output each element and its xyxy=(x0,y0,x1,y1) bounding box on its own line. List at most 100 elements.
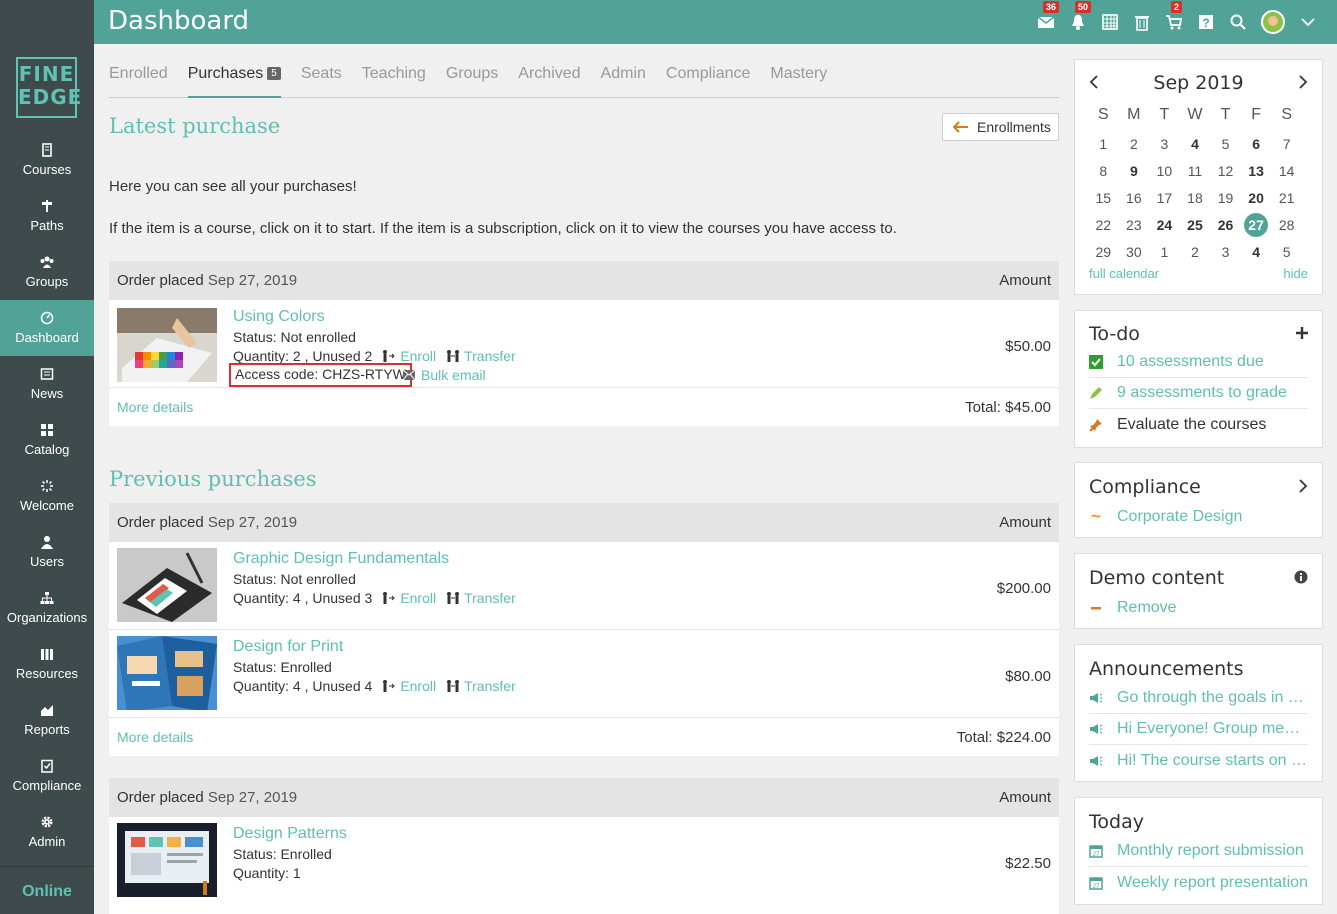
enroll-link[interactable]: Enroll xyxy=(382,590,436,606)
calendar-day[interactable]: 29 xyxy=(1088,238,1119,265)
sidebar-item-admin[interactable]: Admin xyxy=(0,804,94,860)
next-month-button[interactable] xyxy=(1298,74,1308,92)
announcement-item[interactable]: Go through the goals in the course xyxy=(1089,683,1308,714)
more-details-link[interactable]: More details xyxy=(117,729,193,745)
announcement-item[interactable]: Hi! The course starts on Monday xyxy=(1089,745,1308,776)
calendar-day[interactable]: 7 xyxy=(1271,130,1302,157)
sidebar-item-paths[interactable]: Paths xyxy=(0,188,94,244)
calendar-day[interactable]: 17 xyxy=(1149,184,1180,211)
enrollments-button[interactable]: Enrollments xyxy=(942,113,1059,141)
fine-edge-logo[interactable]: FINE EDGE xyxy=(16,57,81,118)
today-item[interactable]: 27 Monthly report submission xyxy=(1089,836,1308,867)
course-thumbnail[interactable] xyxy=(117,636,217,710)
transfer-link[interactable]: Transfer xyxy=(446,678,516,694)
sidebar-item-compliance[interactable]: Compliance xyxy=(0,748,94,804)
demo-item[interactable]: Remove xyxy=(1089,592,1308,623)
todo-item[interactable]: 10 assessments due xyxy=(1089,347,1308,378)
tab-groups[interactable]: Groups xyxy=(446,54,498,98)
todo-item[interactable]: 9 assessments to grade xyxy=(1089,378,1308,409)
help-button[interactable]: ? xyxy=(1197,13,1215,31)
calendar-day[interactable]: 3 xyxy=(1149,130,1180,157)
calendar-day[interactable]: 3 xyxy=(1210,238,1241,265)
course-link[interactable]: Graphic Design Fundamentals xyxy=(233,550,449,568)
calendar-day[interactable]: 28 xyxy=(1271,211,1302,238)
calendar-day[interactable]: 5 xyxy=(1210,130,1241,157)
user-menu-button[interactable] xyxy=(1299,13,1317,31)
calendar-day[interactable]: 10 xyxy=(1149,157,1180,184)
course-link[interactable]: Using Colors xyxy=(233,308,325,326)
course-link[interactable]: Design for Print xyxy=(233,638,343,656)
enroll-link[interactable]: Enroll xyxy=(382,348,436,364)
calendar-day[interactable]: 8 xyxy=(1088,157,1119,184)
notifications-button[interactable]: 50 xyxy=(1069,1,1092,31)
calendar-day[interactable]: 12 xyxy=(1210,157,1241,184)
tab-compliance[interactable]: Compliance xyxy=(666,54,750,98)
sidebar-item-news[interactable]: News xyxy=(0,356,94,412)
calendar-day[interactable]: 19 xyxy=(1210,184,1241,211)
transfer-link[interactable]: Transfer xyxy=(446,348,516,364)
calendar-day[interactable]: 24 xyxy=(1149,211,1180,238)
tab-archived[interactable]: Archived xyxy=(518,54,580,98)
todo-item[interactable]: Evaluate the courses xyxy=(1089,409,1308,440)
tab-teaching[interactable]: Teaching xyxy=(362,54,426,98)
calendar-day[interactable]: 2 xyxy=(1119,130,1150,157)
more-details-link[interactable]: More details xyxy=(117,399,193,415)
sidebar-item-resources[interactable]: Resources xyxy=(0,636,94,692)
calendar-day[interactable]: 2 xyxy=(1180,238,1211,265)
calendar-day[interactable]: 20 xyxy=(1241,184,1272,211)
calendar-button[interactable] xyxy=(1101,13,1119,31)
cart-button[interactable]: 2 xyxy=(1165,1,1183,31)
sidebar-item-users[interactable]: Users xyxy=(0,524,94,580)
sidebar-item-welcome[interactable]: Welcome xyxy=(0,468,94,524)
calendar-day[interactable]: 14 xyxy=(1271,157,1302,184)
tab-admin[interactable]: Admin xyxy=(601,54,646,98)
compliance-open-button[interactable] xyxy=(1298,478,1308,496)
full-calendar-link[interactable]: full calendar xyxy=(1089,266,1159,281)
trash-button[interactable] xyxy=(1133,13,1151,31)
calendar-day[interactable]: 1 xyxy=(1149,238,1180,265)
course-thumbnail[interactable] xyxy=(117,823,217,897)
tab-seats[interactable]: Seats xyxy=(301,54,342,98)
calendar-day[interactable]: 22 xyxy=(1088,211,1119,238)
calendar-day[interactable]: 23 xyxy=(1119,211,1150,238)
calendar-day[interactable]: 30 xyxy=(1119,238,1150,265)
calendar-day[interactable]: 21 xyxy=(1271,184,1302,211)
calendar-day[interactable]: 25 xyxy=(1180,211,1211,238)
sidebar-item-courses[interactable]: Courses xyxy=(0,132,94,188)
calendar-day[interactable]: 16 xyxy=(1119,184,1150,211)
calendar-day[interactable]: 15 xyxy=(1088,184,1119,211)
calendar-day[interactable]: 1 xyxy=(1088,130,1119,157)
calendar-day[interactable]: 9 xyxy=(1119,157,1150,184)
sidebar-item-dashboard[interactable]: Dashboard xyxy=(0,300,94,356)
calendar-day[interactable]: 27 xyxy=(1241,211,1272,238)
course-thumbnail[interactable] xyxy=(117,548,217,622)
demo-info-button[interactable] xyxy=(1294,570,1308,587)
hide-calendar-link[interactable]: hide xyxy=(1283,266,1308,281)
sidebar-item-catalog[interactable]: Catalog xyxy=(0,412,94,468)
search-button[interactable] xyxy=(1229,13,1247,31)
sidebar-item-organizations[interactable]: Organizations xyxy=(0,580,94,636)
prev-month-button[interactable] xyxy=(1089,74,1099,92)
online-status[interactable]: Online xyxy=(0,866,94,914)
enroll-link[interactable]: Enroll xyxy=(382,678,436,694)
calendar-day[interactable]: 6 xyxy=(1241,130,1272,157)
calendar-day[interactable]: 5 xyxy=(1271,238,1302,265)
calendar-day[interactable]: 13 xyxy=(1241,157,1272,184)
calendar-day[interactable]: 18 xyxy=(1180,184,1211,211)
calendar-day[interactable]: 4 xyxy=(1180,130,1211,157)
calendar-day[interactable]: 4 xyxy=(1241,238,1272,265)
course-link[interactable]: Design Patterns xyxy=(233,825,347,843)
today-item[interactable]: 27 Weekly report presentation xyxy=(1089,867,1308,898)
bulk-email-link[interactable]: Bulk email xyxy=(403,367,486,383)
course-thumbnail[interactable] xyxy=(117,308,217,382)
avatar[interactable] xyxy=(1261,10,1285,34)
announcement-item[interactable]: Hi Everyone! Group meeting xyxy=(1089,714,1308,745)
compliance-item[interactable]: ~ Corporate Design xyxy=(1089,501,1308,532)
add-todo-button[interactable] xyxy=(1296,326,1308,342)
sidebar-item-groups[interactable]: Groups xyxy=(0,244,94,300)
messages-button[interactable]: 36 xyxy=(1037,1,1060,31)
tab-enrolled[interactable]: Enrolled xyxy=(109,54,168,98)
transfer-link[interactable]: Transfer xyxy=(446,590,516,606)
calendar-day[interactable]: 11 xyxy=(1180,157,1211,184)
calendar-day[interactable]: 26 xyxy=(1210,211,1241,238)
